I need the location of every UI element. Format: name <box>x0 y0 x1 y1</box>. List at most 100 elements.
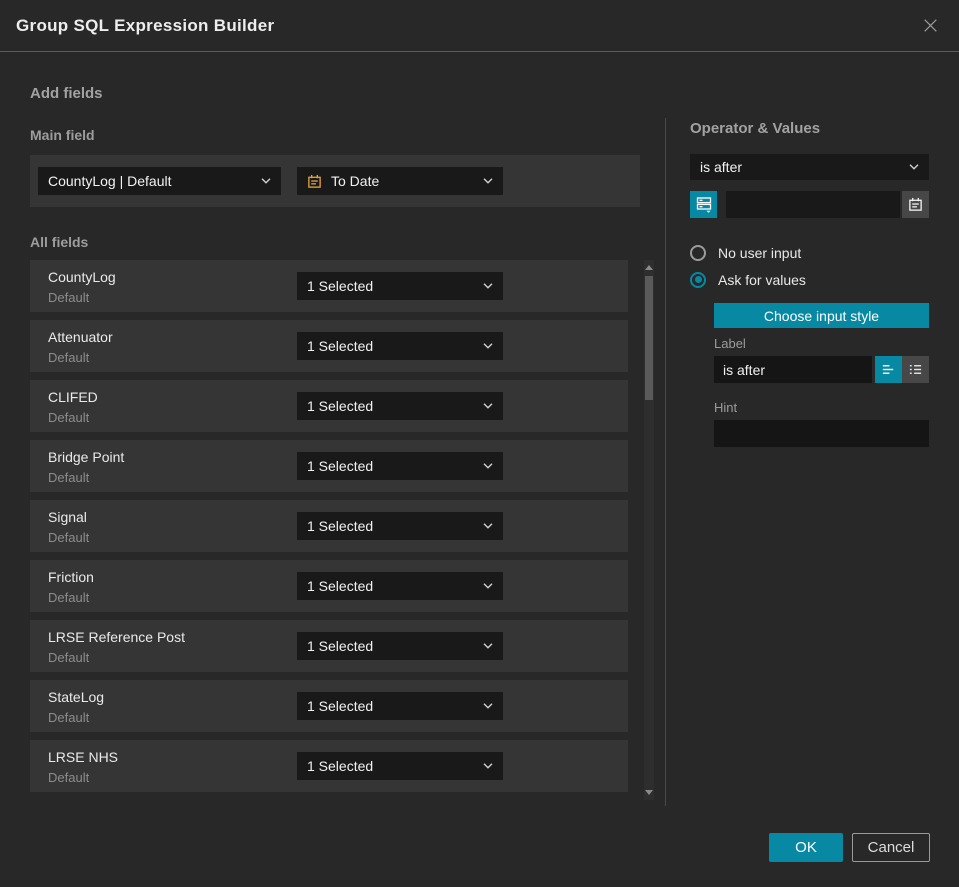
field-selected-dropdown[interactable]: 1 Selected <box>297 272 503 300</box>
scrollbar-down-arrow-icon[interactable] <box>645 790 653 795</box>
chevron-down-icon <box>483 343 493 349</box>
field-selected-dropdown[interactable]: 1 Selected <box>297 572 503 600</box>
label-input[interactable] <box>714 356 872 383</box>
date-picker-button[interactable] <box>902 191 929 218</box>
field-selected-value: 1 Selected <box>307 578 374 594</box>
add-fields-heading: Add fields <box>30 85 103 102</box>
field-selected-value: 1 Selected <box>307 638 374 654</box>
text-lines-icon <box>882 365 894 374</box>
value-input[interactable] <box>726 191 900 218</box>
unique-values-button[interactable] <box>690 191 717 218</box>
dialog-title: Group SQL Expression Builder <box>16 15 275 35</box>
chevron-down-icon <box>909 164 919 170</box>
user-input-radio-group: No user input Ask for values <box>690 239 929 293</box>
chevron-down-icon <box>483 178 493 184</box>
field-subtitle: Default <box>48 770 90 785</box>
radio-no-user-input[interactable]: No user input <box>690 239 929 266</box>
field-name: Signal <box>48 509 87 525</box>
field-selected-dropdown[interactable]: 1 Selected <box>297 332 503 360</box>
text-style-button[interactable] <box>875 356 902 383</box>
radio-circle-icon <box>690 271 706 288</box>
chevron-down-icon <box>483 703 493 709</box>
field-subtitle: Default <box>48 530 90 545</box>
unique-values-icon <box>696 197 711 213</box>
main-field-select[interactable]: CountyLog | Default <box>38 167 281 195</box>
field-row: Signal Default 1 Selected <box>30 500 628 552</box>
field-name: Bridge Point <box>48 449 125 465</box>
main-field-label: Main field <box>30 127 95 143</box>
ask-for-values-options: Choose input style Label Hint <box>714 303 929 447</box>
chevron-down-icon <box>483 643 493 649</box>
calendar-icon <box>909 197 922 211</box>
field-selected-dropdown[interactable]: 1 Selected <box>297 632 503 660</box>
field-subtitle: Default <box>48 710 90 725</box>
main-field-select-value: CountyLog | Default <box>48 173 172 189</box>
chevron-down-icon <box>483 403 493 409</box>
field-row: Bridge Point Default 1 Selected <box>30 440 628 492</box>
field-row: CountyLog Default 1 Selected <box>30 260 628 312</box>
operator-select-value: is after <box>700 159 743 175</box>
field-row: Attenuator Default 1 Selected <box>30 320 628 372</box>
field-selected-value: 1 Selected <box>307 698 374 714</box>
label-label: Label <box>714 336 746 351</box>
field-row: CLIFED Default 1 Selected <box>30 380 628 432</box>
field-row: LRSE Reference Post Default 1 Selected <box>30 620 628 672</box>
all-fields-list: CountyLog Default 1 Selected Attenuator Defa… <box>30 260 628 793</box>
ok-button[interactable]: OK <box>769 833 843 862</box>
field-name: Friction <box>48 569 94 585</box>
choose-input-style-button[interactable]: Choose input style <box>714 303 929 328</box>
field-selected-value: 1 Selected <box>307 398 374 414</box>
all-fields-label: All fields <box>30 234 89 250</box>
all-fields-scrollbar[interactable] <box>644 260 654 800</box>
dialog-header: Group SQL Expression Builder <box>0 0 959 52</box>
field-name: CountyLog <box>48 269 116 285</box>
field-selected-value: 1 Selected <box>307 458 374 474</box>
field-row: Friction Default 1 Selected <box>30 560 628 612</box>
field-name: LRSE Reference Post <box>48 629 185 645</box>
radio-ask-for-values[interactable]: Ask for values <box>690 266 929 293</box>
operator-values-panel: Operator & Values is after No user input… <box>690 120 929 447</box>
label-input-row <box>714 356 929 383</box>
chevron-down-icon <box>483 583 493 589</box>
field-selected-dropdown[interactable]: 1 Selected <box>297 692 503 720</box>
calendar-icon <box>308 174 321 188</box>
field-name: CLIFED <box>48 389 98 405</box>
main-field-panel: CountyLog | Default To Date <box>30 155 640 207</box>
chevron-down-icon <box>483 523 493 529</box>
radio-ask-for-values-label: Ask for values <box>718 271 806 288</box>
group-sql-expression-builder-dialog: Group SQL Expression Builder Add fields … <box>0 0 959 887</box>
bullet-list-icon <box>909 365 922 374</box>
chevron-down-icon <box>483 463 493 469</box>
field-row: LRSE NHS Default 1 Selected <box>30 740 628 792</box>
scrollbar-up-arrow-icon[interactable] <box>645 265 653 270</box>
chevron-down-icon <box>261 178 271 184</box>
list-style-button[interactable] <box>902 356 929 383</box>
operator-select[interactable]: is after <box>690 154 929 180</box>
radio-no-user-input-label: No user input <box>718 244 802 261</box>
scrollbar-thumb[interactable] <box>645 276 653 400</box>
field-subtitle: Default <box>48 290 90 305</box>
field-selected-dropdown[interactable]: 1 Selected <box>297 752 503 780</box>
main-field-date-value: To Date <box>331 173 380 189</box>
field-subtitle: Default <box>48 410 90 425</box>
panel-divider <box>665 118 666 806</box>
field-subtitle: Default <box>48 470 90 485</box>
field-selected-dropdown[interactable]: 1 Selected <box>297 452 503 480</box>
close-button[interactable] <box>918 13 943 38</box>
field-selected-dropdown[interactable]: 1 Selected <box>297 512 503 540</box>
field-selected-value: 1 Selected <box>307 518 374 534</box>
hint-label: Hint <box>714 400 738 415</box>
radio-circle-icon <box>690 244 706 261</box>
field-selected-dropdown[interactable]: 1 Selected <box>297 392 503 420</box>
main-field-date-select[interactable]: To Date <box>297 167 503 195</box>
cancel-button[interactable]: Cancel <box>852 833 930 862</box>
hint-input[interactable] <box>714 420 929 447</box>
field-subtitle: Default <box>48 590 90 605</box>
field-name: StateLog <box>48 689 105 705</box>
field-name: LRSE NHS <box>48 749 119 765</box>
chevron-down-icon <box>483 763 493 769</box>
operator-values-heading: Operator & Values <box>690 120 821 137</box>
field-name: Attenuator <box>48 329 113 345</box>
field-selected-value: 1 Selected <box>307 278 374 294</box>
dialog-footer: OK Cancel <box>769 833 930 862</box>
